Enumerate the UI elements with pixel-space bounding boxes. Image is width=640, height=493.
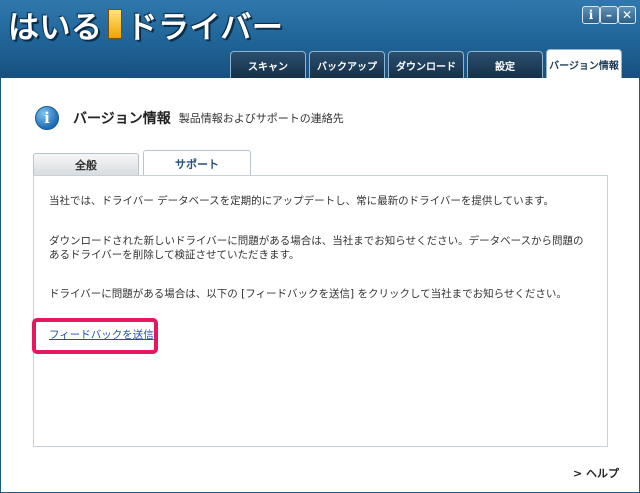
logo-mark-icon xyxy=(107,9,122,39)
support-paragraph-3: ドライバーに問題がある場合は、以下の [フィードバックを送信] をクリックして当… xyxy=(49,288,567,300)
app-logo: はいる ドライバー xyxy=(8,6,283,46)
logo-text-part2: ドライバー xyxy=(126,9,284,46)
main-panel: i バージョン情報 製品情報およびサポートの連絡先 全般 サポート 当社では、ド… xyxy=(1,78,639,492)
subtab-general[interactable]: 全般 xyxy=(33,153,139,175)
page-title: バージョン情報 xyxy=(73,111,171,127)
close-button[interactable]: ✕ xyxy=(618,6,636,24)
tab-download[interactable]: ダウンロード xyxy=(388,51,464,78)
tab-version-info[interactable]: バージョン情報 xyxy=(546,49,622,78)
tab-scan[interactable]: スキャン xyxy=(230,51,306,78)
send-feedback-link[interactable]: フィードバックを送信 xyxy=(49,327,154,342)
tab-settings[interactable]: 設定 xyxy=(467,51,543,78)
info-button[interactable]: i xyxy=(582,6,600,24)
subtab-support[interactable]: サポート xyxy=(143,150,251,176)
main-tabs: スキャン バックアップ ダウンロード 設定 バージョン情報 xyxy=(0,48,640,78)
page-subtitle: 製品情報およびサポートの連絡先 xyxy=(178,112,344,125)
app-window: はいる ドライバー i – ✕ スキャン バックアップ ダウンロード 設定 バー… xyxy=(0,0,640,493)
help-link[interactable]: > ヘルプ xyxy=(573,465,619,481)
support-content: 当社では、ドライバー データベースを定期的にアップデートし、常に最新のドライバー… xyxy=(32,175,608,447)
titlebar: はいる ドライバー i – ✕ スキャン バックアップ ダウンロード 設定 バー… xyxy=(0,0,640,80)
support-paragraph-1: 当社では、ドライバー データベースを定期的にアップデートし、常に最新のドライバー… xyxy=(49,195,555,207)
support-paragraph-2: ダウンロードされた新しいドライバーに問題がある場合は、当社までお知らせください。… xyxy=(49,235,584,261)
page-header: i バージョン情報 製品情報およびサポートの連絡先 xyxy=(35,105,344,131)
info-icon: i xyxy=(35,106,59,130)
logo-text-part1: はいる xyxy=(8,9,103,46)
tab-backup[interactable]: バックアップ xyxy=(309,51,385,78)
minimize-button[interactable]: – xyxy=(600,6,618,24)
